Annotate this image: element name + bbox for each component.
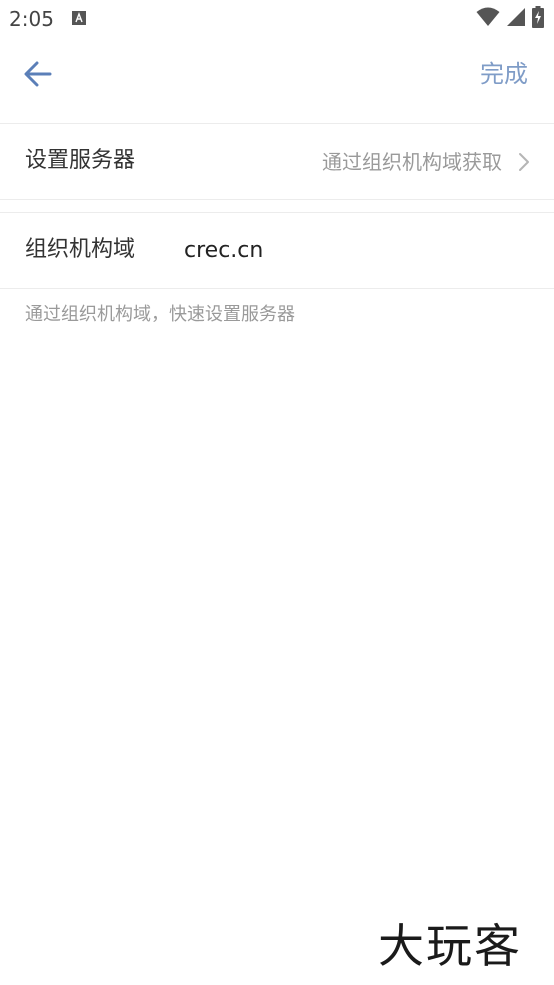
arrow-left-icon: [24, 61, 52, 91]
screen: 2:05 完成 设置服务器 通过组织机构域获取 组织机构域 crec.cn 通过…: [0, 0, 554, 985]
set-server-value: 通过组织机构域获取: [322, 150, 502, 174]
done-button[interactable]: 完成: [480, 58, 528, 90]
back-button[interactable]: [18, 56, 58, 96]
divider: [0, 199, 554, 200]
org-domain-row: 组织机构域: [0, 213, 554, 288]
hint-text: 通过组织机构域，快速设置服务器: [25, 304, 295, 325]
set-server-row[interactable]: 设置服务器 通过组织机构域获取: [0, 124, 554, 199]
org-domain-input[interactable]: [184, 233, 524, 267]
status-bar: 2:05: [0, 0, 554, 38]
notification-a-icon: [72, 11, 86, 25]
battery-charging-icon: [532, 6, 544, 32]
org-domain-label: 组织机构域: [25, 237, 136, 262]
signal-icon: [506, 7, 526, 31]
chevron-right-icon: [514, 152, 534, 172]
wifi-icon: [476, 7, 500, 31]
divider: [0, 288, 554, 289]
status-icons: [476, 6, 544, 32]
status-time: 2:05: [9, 7, 54, 31]
app-bar: 完成: [0, 38, 554, 110]
set-server-label: 设置服务器: [25, 148, 136, 173]
watermark-logo: 大玩客: [378, 919, 522, 973]
